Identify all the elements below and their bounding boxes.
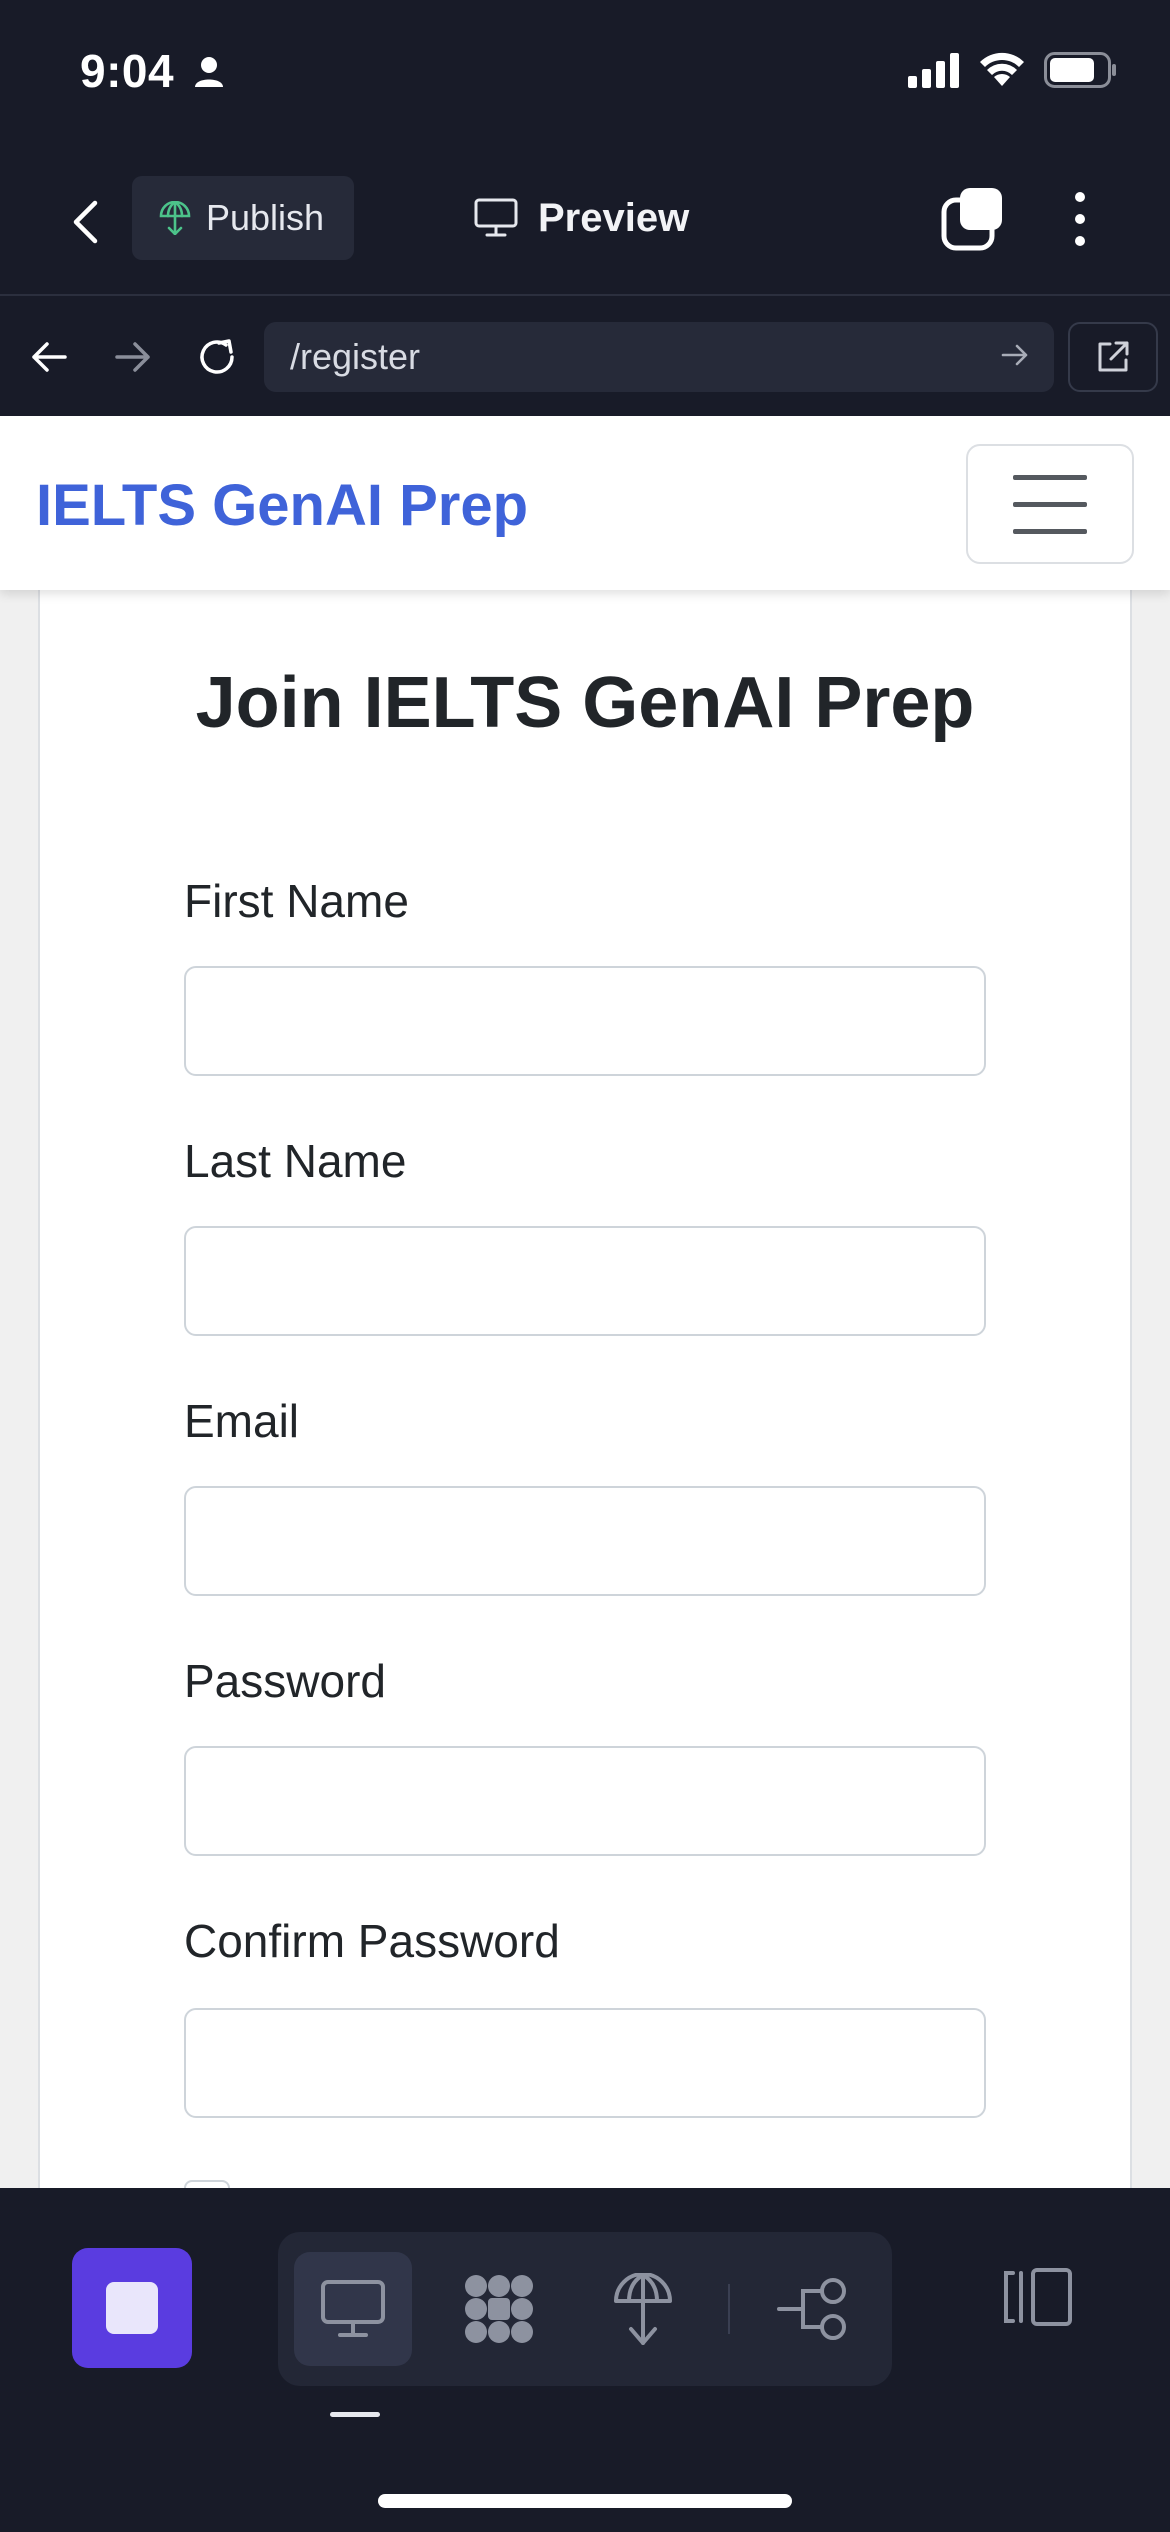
workflow-button[interactable] [754,2252,872,2366]
site-brand[interactable]: IELTS GenAI Prep [36,472,528,539]
publish-button[interactable]: Publish [132,176,354,260]
components-button[interactable] [440,2252,558,2366]
password-field[interactable] [184,1746,986,1856]
bottom-toolbar [0,2188,1170,2532]
url-text: /register [290,336,421,377]
terms-checkbox[interactable] [184,2180,230,2188]
more-options-button[interactable] [1060,186,1100,252]
status-time: 9:04 [80,45,175,97]
site-navbar: IELTS GenAI Prep [0,416,1170,590]
password-label: Password [184,1655,386,1707]
toggle-panel-button[interactable] [996,2254,1080,2340]
publish-tool-button[interactable] [584,2252,702,2366]
arrow-left-icon [32,342,67,372]
first-name-label: First Name [184,875,409,927]
person-icon [195,57,223,87]
panel-icon [1004,2268,1072,2326]
hamburger-icon [1013,474,1087,480]
back-button[interactable] [60,192,110,252]
arrow-right-icon [115,342,150,372]
battery-icon [1044,52,1116,88]
first-name-field[interactable] [184,966,986,1076]
view-tool-group [278,2232,892,2386]
signal-icon [908,53,959,88]
toolbar-divider [728,2284,730,2334]
menu-toggle-button[interactable] [966,444,1134,564]
open-external-button[interactable] [1068,322,1158,392]
stack-icon[interactable] [940,186,1006,252]
monitor-icon [474,198,518,237]
stop-button[interactable] [72,2248,192,2368]
editor-toolbar: Publish Preview [0,150,1170,294]
active-tab-indicator [330,2412,380,2417]
email-label: Email [184,1395,300,1447]
last-name-label: Last Name [184,1135,407,1187]
publish-icon [159,201,191,235]
email-field[interactable] [184,1486,986,1596]
confirm-password-field[interactable] [184,2008,986,2118]
status-indicators [908,52,1118,88]
form-title: Join IELTS GenAI Prep [195,663,975,743]
confirm-password-label: Confirm Password [184,1915,560,1967]
preview-button[interactable]: Preview [474,176,689,260]
workflow-icon [777,2278,846,2340]
browser-bar: /register [0,294,1170,416]
chevron-left-icon [73,200,98,244]
preview-label: Preview [538,195,690,240]
wifi-icon [980,52,1024,86]
components-icon [465,2275,533,2343]
browser-forward-button[interactable] [108,332,158,382]
preview-webview: IELTS GenAI Prep Join IELTS GenAI Prep F… [0,416,1170,2188]
reload-button[interactable] [192,332,242,382]
stop-icon [106,2282,158,2334]
last-name-field[interactable] [184,1226,986,1336]
home-indicator[interactable] [378,2494,792,2508]
external-link-icon [1098,341,1129,372]
go-arrow-icon[interactable] [1000,340,1030,370]
publish-icon [614,2273,672,2345]
browser-back-button[interactable] [24,332,74,382]
publish-label: Publish [206,197,325,238]
status-bar: 9:04 [0,0,1170,150]
reload-icon [200,339,234,374]
url-field[interactable]: /register [264,322,1054,392]
desktop-view-button[interactable] [294,2252,412,2366]
desktop-icon [321,2280,385,2337]
